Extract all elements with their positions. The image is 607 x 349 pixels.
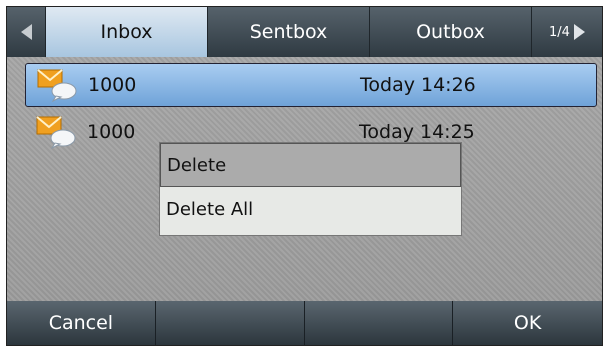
cancel-softkey[interactable]: Cancel [7,301,156,345]
context-menu: Delete Delete All [159,142,462,236]
softkey-2[interactable] [155,301,305,345]
menu-item-delete[interactable]: Delete [160,143,461,187]
tab-outbox[interactable]: Outbox [370,7,532,57]
ok-softkey[interactable]: OK [453,301,602,345]
page-indicator: 1/4 [549,24,570,40]
tab-next-button[interactable]: 1/4 [532,7,602,57]
message-sender: 1000 [87,121,136,143]
unread-message-icon [36,67,80,103]
message-row[interactable]: 1000 Today 14:26 [25,63,597,107]
menu-item-delete-all[interactable]: Delete All [160,187,461,231]
softkey-bar: Cancel OK [7,301,602,345]
tab-prev-button[interactable] [7,7,46,57]
message-time: Today 14:25 [359,121,475,143]
softkey-3[interactable] [304,301,454,345]
right-arrow-icon [573,24,585,40]
message-sender: 1000 [88,74,137,96]
tab-inbox[interactable]: Inbox [46,7,208,57]
message-time: Today 14:26 [360,74,476,96]
tab-sentbox[interactable]: Sentbox [208,7,370,57]
phone-screen: Inbox Sentbox Outbox 1/4 1000 Today 14:2… [6,6,603,346]
unread-message-icon [35,114,79,150]
tab-bar: Inbox Sentbox Outbox 1/4 [7,7,602,57]
left-arrow-icon [20,24,32,40]
